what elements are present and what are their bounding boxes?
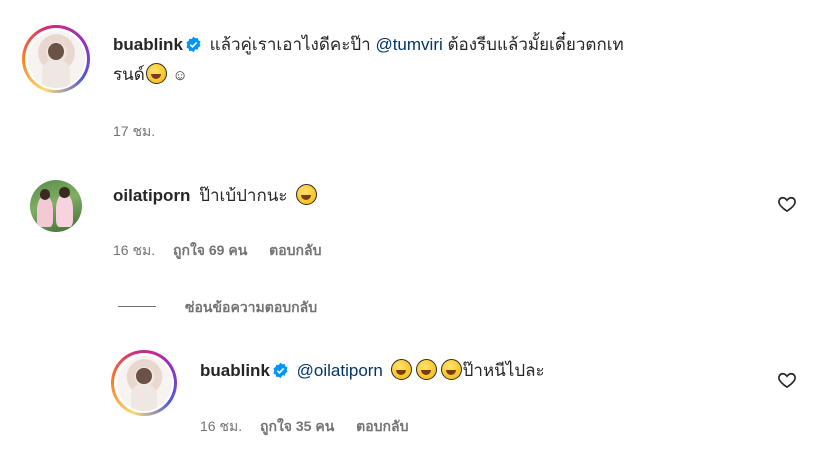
comment-text: แล้วคู่เราเอาไงดีคะป๊า [209, 35, 371, 54]
reply-comment: buablink @oilatiporn ป๊าหนีไปละ [200, 356, 545, 386]
username[interactable]: buablink [200, 361, 270, 380]
avatar[interactable] [30, 180, 82, 232]
tears-of-joy-emoji [390, 359, 412, 380]
mention-link[interactable]: @tumviri [375, 35, 442, 54]
heart-icon[interactable] [777, 370, 797, 390]
reply-button[interactable]: ตอบกลับ [269, 242, 321, 258]
reply-meta: 16 ชม. ถูกใจ 35 คน ตอบกลับ [200, 416, 409, 438]
comment-text: ป๊าเบ้ปากนะ [199, 186, 288, 205]
verified-badge-icon [186, 36, 201, 53]
username[interactable]: buablink [113, 35, 183, 54]
comment-meta: 16 ชม. ถูกใจ 69 คน ตอบกลับ [113, 240, 322, 262]
squinting-face-emoji [145, 63, 167, 84]
squinting-face-emoji [296, 184, 318, 205]
verified-badge-icon [273, 362, 288, 379]
avatar[interactable] [111, 350, 177, 416]
reply-button[interactable]: ตอบกลับ [356, 418, 408, 434]
timestamp[interactable]: 17 ชม. [113, 121, 155, 143]
replies-divider [118, 306, 156, 307]
smiling-face-emoji: ☺ [172, 67, 188, 84]
caption-text: buablink แล้วคู่เราเอาไงดีคะป๊า @tumviri… [113, 30, 803, 91]
timestamp[interactable]: 16 ชม. [113, 242, 155, 258]
avatar[interactable] [22, 25, 90, 93]
comment-text-line2: รนด์ [113, 65, 145, 84]
comment-text-cont: ต้องรีบแล้วมั้ยเดี๋ยวตกเท [447, 35, 624, 54]
username[interactable]: oilatiporn [113, 186, 190, 205]
likes-count[interactable]: ถูกใจ 69 คน [173, 242, 247, 258]
likes-count[interactable]: ถูกใจ 35 คน [260, 418, 334, 434]
heart-icon[interactable] [777, 194, 797, 214]
tears-of-joy-emoji [440, 359, 462, 380]
mention-link[interactable]: @oilatiporn [297, 361, 383, 380]
comment: oilatiporn ป๊าเบ้ปากนะ [113, 181, 318, 211]
hide-replies-button[interactable]: ซ่อนข้อความตอบกลับ [185, 297, 317, 319]
tears-of-joy-emoji [415, 359, 437, 380]
comment-text: ป๊าหนีไปละ [462, 361, 545, 380]
timestamp[interactable]: 16 ชม. [200, 418, 242, 434]
